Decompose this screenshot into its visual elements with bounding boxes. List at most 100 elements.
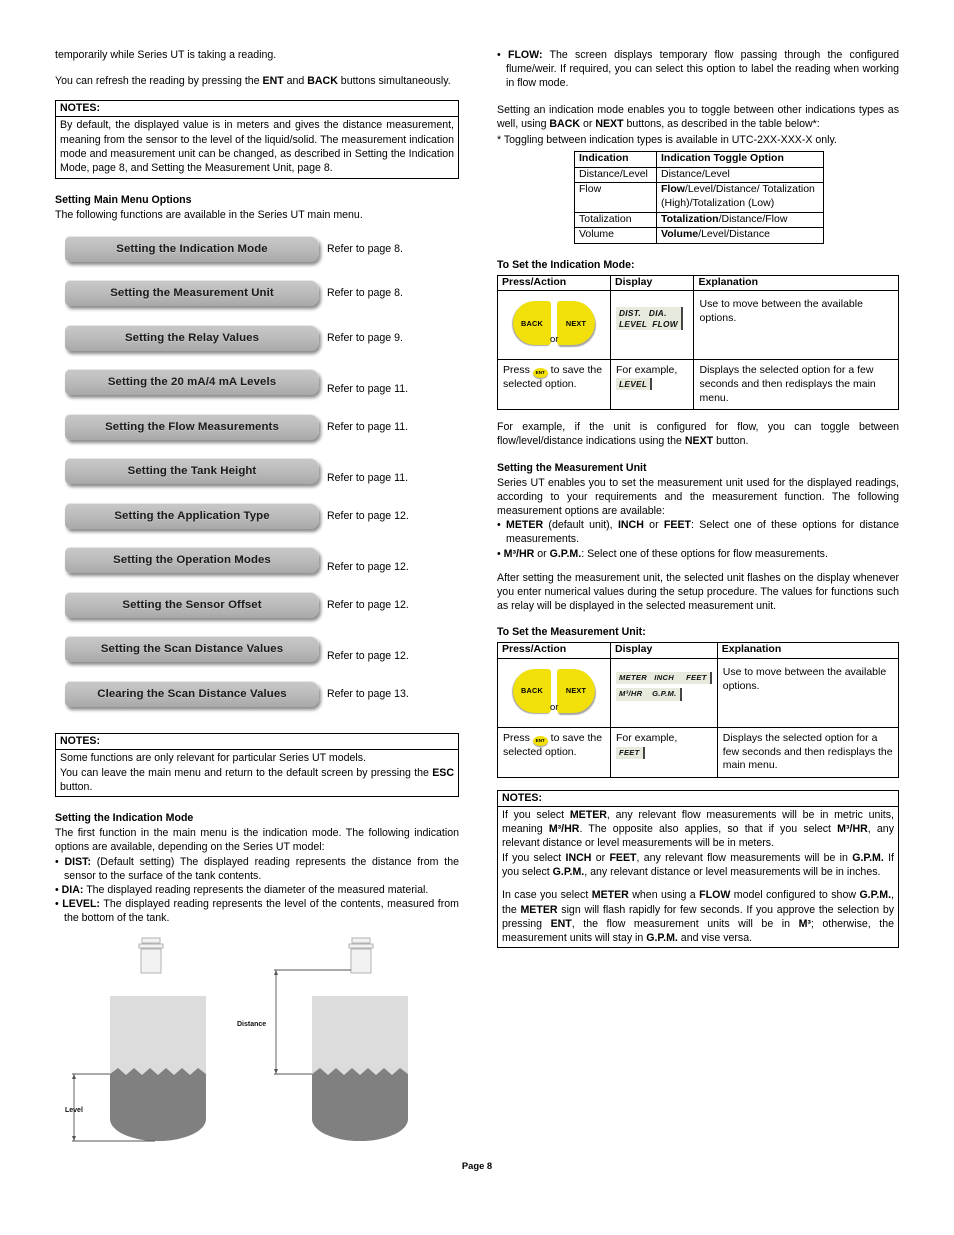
bullet-term: DIST: <box>64 855 91 868</box>
t: when using a <box>628 889 700 902</box>
tank-diagram-svg: Level Distance <box>65 937 408 1142</box>
refresh-paragraph: You can refresh the reading by pressing … <box>55 74 459 88</box>
t: and vise versa. <box>677 932 753 945</box>
flow-bullet-text: The screen displays temporary flow passi… <box>506 49 900 90</box>
unit-intro: Series UT enables you to set the measure… <box>497 476 899 517</box>
menu-button[interactable]: Setting the Flow Measurements <box>65 413 319 440</box>
indication-bullet: • DIA: The displayed reading represents … <box>55 883 459 897</box>
right-column: • FLOW: The screen displays temporary fl… <box>497 48 899 962</box>
toggle-text-3: buttons, as described in the table below… <box>623 117 820 130</box>
notes-line-1: Some functions are only relevant for par… <box>60 752 366 765</box>
menu-button[interactable]: Setting the Scan Distance Values <box>65 636 319 663</box>
menu-button[interactable]: Clearing the Scan Distance Values <box>65 680 319 707</box>
menu-button[interactable]: Setting the Relay Values <box>65 324 319 351</box>
notes-line-2-text-a: You can leave the main menu and return t… <box>60 766 433 779</box>
menu-button[interactable]: Setting the Tank Height <box>65 458 319 485</box>
menu-button[interactable]: Setting the 20 mA/4 mA Levels <box>65 369 319 396</box>
unit-bullet: • M³/HR or G.P.M.: Select one of these o… <box>497 547 899 561</box>
menu-page-reference: Refer to page 11. <box>327 420 409 433</box>
menu-page-reference: Refer to page 11. <box>327 383 409 396</box>
menu-button[interactable]: Setting the Indication Mode <box>65 235 319 262</box>
sensor-icon-right <box>348 937 374 974</box>
cell-display-options: DIST. DIA. LEVEL FLOW <box>609 290 695 361</box>
lcd-line-1: DIST. DIA. <box>619 308 667 319</box>
m3-keyword: M³ <box>798 917 811 930</box>
table-row: Press ENT to save the selected option. F… <box>497 359 899 411</box>
bullet-text: or <box>534 547 550 560</box>
level-label: Level <box>65 1107 83 1114</box>
menu-row: Setting the Tank Height Refer to page 11. <box>55 458 459 503</box>
col-display: Display <box>609 274 695 292</box>
toggle-option-rest: /Level/Distance <box>698 228 770 241</box>
cell-press-ent: Press ENT to save the selected option. <box>497 359 611 411</box>
meter-keyword: METER <box>591 889 629 902</box>
cell-indication: Volume <box>574 227 657 244</box>
menu-row: Setting the Application Type Refer to pag… <box>55 502 459 548</box>
nav-button-pair: BACK NEXT or <box>509 297 605 355</box>
lcd-line-2: LEVEL FLOW <box>619 318 678 329</box>
flow-bullet: • FLOW: The screen displays temporary fl… <box>497 49 900 90</box>
menu-row: Setting the Flow Measurements Refer to pa… <box>55 413 459 459</box>
refresh-text-2: and <box>283 75 308 88</box>
toggle-option-rest: /Distance/Flow <box>718 212 788 225</box>
t: or <box>591 851 610 864</box>
toggle-option-primary: Totalization <box>661 212 719 225</box>
menu-row: Clearing the Scan Distance Values Refer t… <box>55 680 459 726</box>
for-example-label: For example, <box>616 364 678 377</box>
ent-button[interactable]: ENT <box>532 368 548 379</box>
toggle-option-primary: Flow <box>661 183 685 196</box>
back-keyword: BACK <box>307 75 338 88</box>
bullet-marker: • <box>497 547 504 560</box>
heading-setting-indication-mode: Setting the Indication Mode <box>55 812 194 825</box>
toggle-option-primary: Volume <box>661 228 699 241</box>
menu-button[interactable]: Setting the Application Type <box>65 502 319 529</box>
table-row: Volume Volume/Level/Distance <box>574 227 824 244</box>
col-press-action: Press/Action <box>497 642 611 659</box>
table-header-row: Indication Indication Toggle Option <box>574 151 824 168</box>
unit-keyword: METER <box>506 519 544 532</box>
notes-line-2-text-b: button. <box>60 780 93 793</box>
ent-button[interactable]: ENT <box>532 735 548 746</box>
next-button[interactable]: NEXT <box>557 668 595 713</box>
menu-page-reference: Refer to page 8. <box>327 287 403 300</box>
bullet-term: DIA: <box>61 884 84 896</box>
unit-keyword: FEET <box>663 519 691 532</box>
next-button[interactable]: NEXT <box>557 301 595 346</box>
back-keyword: BACK <box>549 117 581 130</box>
indication-bullet: • LEVEL: The displayed reading represent… <box>55 897 459 925</box>
unit-keyword: INCH <box>617 519 644 532</box>
or-label: or <box>550 334 559 346</box>
menu-row: Setting the Scan Distance Values Refer to… <box>55 636 459 681</box>
menu-button[interactable]: Setting the Sensor Offset <box>65 591 319 618</box>
t: , the flow measurement units will be in <box>571 917 799 930</box>
refresh-text-1: You can refresh the reading by pressing … <box>55 75 263 88</box>
cell-display-units: METER INCH FEET M³/HR G.P.M. <box>610 657 718 728</box>
table-row: BACK NEXT or DIST. DIA. LEVEL FLOW Use to… <box>497 290 899 361</box>
toggle-footnote: * Toggling between indication types is a… <box>497 134 837 147</box>
t: If you select <box>502 808 570 821</box>
cell-display-example: For example, FEET <box>610 726 718 778</box>
menu-button[interactable]: Setting the Operation Modes <box>65 547 319 574</box>
press-text-a: Press <box>503 364 533 377</box>
lcd-indication-options: DIST. DIA. LEVEL FLOW <box>616 307 683 330</box>
notes-line-2: You can leave the main menu and return t… <box>60 766 454 795</box>
tank-level-diagram: Level <box>65 937 206 1142</box>
table-row: Totalization Totalization/Distance/Flow <box>574 211 824 229</box>
col-explanation: Explanation <box>716 642 900 659</box>
indication-toggle-table: Indication Indication Toggle Option Distan… <box>574 151 824 244</box>
meter-keyword: METER <box>520 903 558 916</box>
bullet-marker: • <box>55 884 62 896</box>
cell-explanation: Displays the selected option for a few s… <box>693 359 899 411</box>
menu-button[interactable]: Setting the Measurement Unit <box>65 280 319 307</box>
gpm-keyword: G.P.M. <box>852 851 884 864</box>
heading-main-menu-options: Setting Main Menu Options <box>55 193 192 206</box>
back-button[interactable]: BACK <box>513 301 551 346</box>
col-indication-toggle-option: Indication Toggle Option <box>656 151 824 168</box>
document-page: temporarily while Series UT is taking a … <box>0 0 954 1235</box>
cell-toggle-option: Volume/Level/Distance <box>656 227 824 244</box>
back-button[interactable]: BACK <box>513 668 551 713</box>
nav-button-pair: BACK NEXT or <box>509 665 605 723</box>
toggle-text-2: or <box>580 117 596 130</box>
menu-row: Setting the Measurement Unit Refer to pag… <box>55 280 459 325</box>
t: In case you select <box>502 889 592 902</box>
